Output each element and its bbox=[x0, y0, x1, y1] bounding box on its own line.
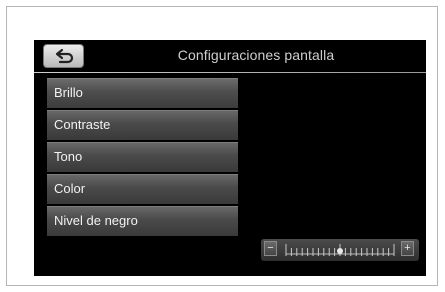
slider-plus-button[interactable]: + bbox=[401, 241, 414, 256]
back-button[interactable] bbox=[43, 44, 84, 68]
display-screen: Configuraciones pantalla Brillo Contrast… bbox=[34, 40, 426, 276]
slider-knob[interactable] bbox=[337, 248, 343, 254]
menu-item-tono[interactable]: Tono bbox=[47, 142, 238, 172]
back-arrow-icon bbox=[55, 48, 74, 64]
adjustment-slider[interactable]: − + bbox=[261, 239, 419, 261]
menu-item-brillo[interactable]: Brillo bbox=[47, 78, 238, 108]
slider-scale bbox=[285, 244, 395, 256]
screen-header: Configuraciones pantalla bbox=[34, 40, 426, 71]
menu-item-color[interactable]: Color bbox=[47, 174, 238, 204]
manual-frame: Configuraciones pantalla Brillo Contrast… bbox=[6, 6, 438, 286]
menu-item-contraste[interactable]: Contraste bbox=[47, 110, 238, 140]
page-title: Configuraciones pantalla bbox=[177, 47, 335, 63]
menu-item-nivel-de-negro[interactable]: Nivel de negro bbox=[47, 206, 238, 236]
slider-minus-button[interactable]: − bbox=[264, 241, 277, 256]
settings-menu: Brillo Contraste Tono Color Nivel de neg… bbox=[47, 78, 238, 238]
header-divider bbox=[34, 72, 426, 73]
